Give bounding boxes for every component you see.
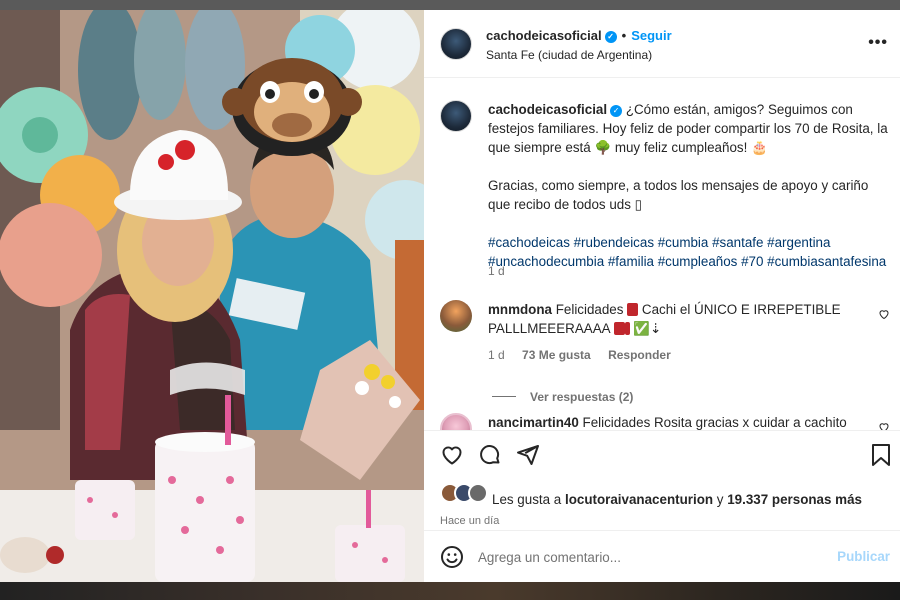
more-icon[interactable]: •••	[868, 34, 888, 52]
likes-and: y	[716, 492, 724, 507]
comments-scroll[interactable]: cachodeicasoficial ✓ ¿Cómo están, amigos?…	[424, 78, 900, 430]
author-username[interactable]: cachodeicasoficial	[486, 28, 602, 43]
comment-like-icon[interactable]	[878, 421, 890, 430]
comment-likes[interactable]: 73 Me gusta	[522, 348, 591, 362]
check-emoji: ✅	[633, 321, 650, 336]
top-strip	[0, 0, 900, 10]
likes-count[interactable]: 19.337 personas más	[727, 492, 862, 507]
emoji-icon[interactable]	[440, 545, 464, 574]
publish-button[interactable]: Publicar	[837, 549, 890, 564]
post-location[interactable]: Santa Fe (ciudad de Argentina)	[486, 48, 652, 62]
likes-prefix: Les gusta a	[492, 492, 562, 507]
comment-time: 1 d	[488, 348, 505, 362]
bottom-strip	[0, 582, 900, 600]
post-panel: cachodeicasoficial ✓ • Seguir Santa Fe (ciu…	[424, 10, 900, 582]
comment-input[interactable]	[478, 539, 818, 575]
post-time: Hace un día	[440, 515, 500, 527]
commenter-username[interactable]: mnmdona	[488, 302, 552, 317]
flag-emoji	[613, 322, 625, 335]
comment-text-d: ⇣	[649, 321, 662, 336]
reply-button[interactable]: Responder	[608, 348, 671, 362]
caption-text-2: Gracias, como siempre, a todos los mensa…	[488, 178, 869, 212]
likes-summary[interactable]: Les gusta a locutoraivanacenturion y 19.…	[492, 492, 862, 507]
flag-emoji	[624, 322, 630, 335]
author-line: cachodeicasoficial ✓ • Seguir	[486, 28, 672, 43]
view-replies-label: Ver respuestas (2)	[530, 390, 634, 404]
comment-text: nancimartin40 Felicidades Rosita gracias…	[488, 413, 868, 430]
commenter-username[interactable]: nancimartin40	[488, 415, 579, 430]
liker-username[interactable]: locutoraivanacenturion	[565, 492, 713, 507]
caption-avatar[interactable]	[440, 100, 472, 132]
author-avatar[interactable]	[440, 28, 472, 60]
commenter-avatar[interactable]	[440, 300, 472, 332]
comment-meta: 1 d 73 Me gusta Responder	[488, 348, 685, 362]
caption: cachodeicasoficial ✓ ¿Cómo están, amigos?…	[488, 100, 888, 271]
comment-icon[interactable]	[478, 443, 502, 472]
comment-text-body: Felicidades Rosita gracias x cuidar a ca…	[582, 415, 847, 430]
caption-time: 1 d	[488, 264, 505, 278]
caption-username[interactable]: cachodeicasoficial	[488, 102, 607, 117]
caption-hashtags[interactable]: #cachodeicas #rubendeicas #cumbia #santa…	[488, 233, 888, 271]
verified-icon: ✓	[610, 105, 623, 117]
view-replies-button[interactable]: Ver respuestas (2)	[492, 390, 633, 404]
liker-avatar	[468, 483, 488, 503]
follow-button[interactable]: Seguir	[631, 28, 671, 43]
commenter-avatar[interactable]	[440, 413, 472, 430]
bookmark-icon[interactable]	[870, 443, 892, 472]
comment-like-icon[interactable]	[878, 308, 890, 323]
post-header: cachodeicasoficial ✓ • Seguir Santa Fe (ciu…	[424, 10, 900, 78]
share-icon[interactable]	[516, 443, 540, 472]
photo-illustration	[0, 10, 424, 582]
add-comment-bar: Publicar	[424, 530, 900, 582]
separator-dot: •	[621, 28, 627, 43]
comment-text: mnmdona Felicidades Cachi el ÚNICO E IRR…	[488, 300, 868, 338]
heart-icon[interactable]	[440, 443, 464, 472]
replies-line	[492, 396, 516, 397]
verified-icon: ✓	[604, 31, 617, 43]
flag-emoji	[627, 303, 639, 316]
post-photo[interactable]	[0, 10, 424, 582]
comment-text-a: Felicidades	[555, 302, 624, 317]
